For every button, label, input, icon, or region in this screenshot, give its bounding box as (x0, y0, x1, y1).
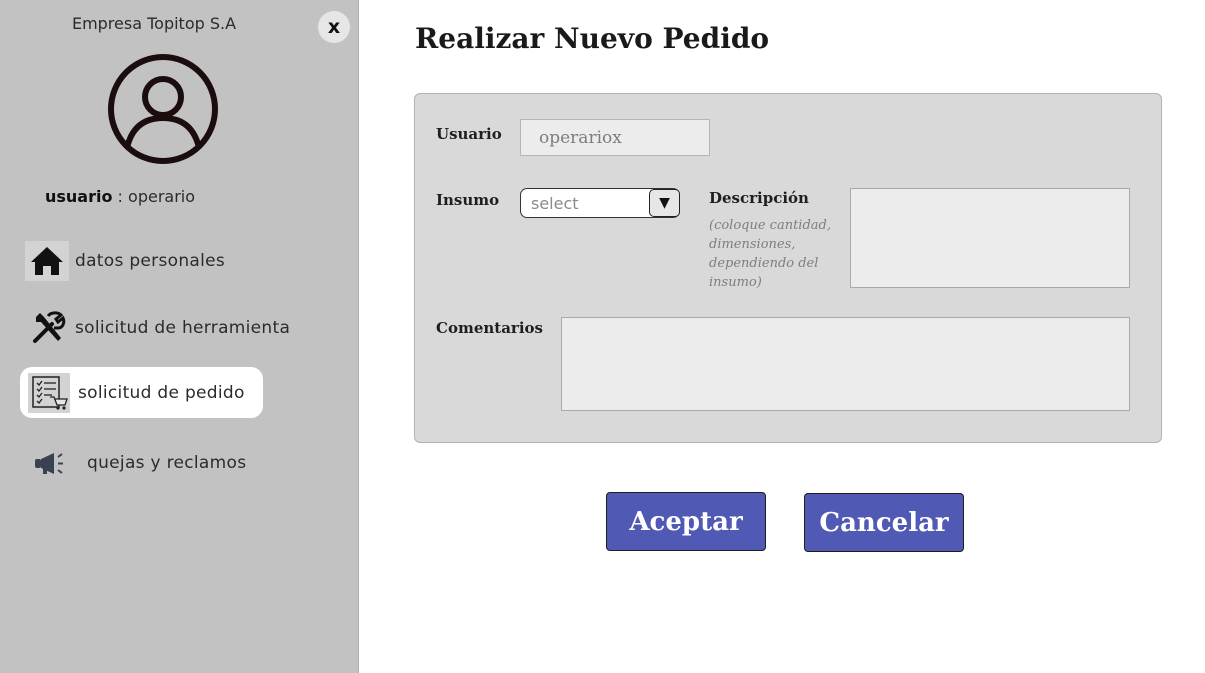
close-sidebar-button[interactable]: x (318, 11, 350, 43)
comentarios-textarea[interactable] (561, 317, 1130, 411)
order-form-panel: Usuario operariox Insumo select ▼ Descri… (414, 93, 1162, 443)
usuario-field[interactable]: operariox (520, 119, 710, 156)
insumo-label: Insumo (436, 191, 500, 209)
user-value: operario (128, 187, 196, 206)
sidebar: Empresa Topitop S.A x usuario : operario… (0, 0, 359, 673)
sidebar-item-label: quejas y reclamos (87, 453, 247, 473)
insumo-select[interactable]: select ▼ (520, 188, 680, 218)
close-icon: x (327, 16, 341, 38)
current-user: usuario : operario (45, 187, 195, 206)
dropdown-arrow-icon[interactable]: ▼ (649, 189, 680, 217)
descripcion-hint: (coloque cantidad, dimensiones, dependie… (709, 218, 831, 290)
usuario-label: Usuario (436, 125, 502, 143)
sidebar-item-label: datos personales (75, 251, 226, 271)
user-label: usuario (45, 187, 113, 206)
sidebar-item-solicitud-herramienta[interactable]: solicitud de herramienta (30, 310, 290, 346)
cancelar-button[interactable]: Cancelar (804, 493, 964, 552)
descripcion-textarea[interactable] (850, 188, 1130, 288)
descripcion-label: Descripción (709, 189, 809, 207)
insumo-selected-value: select (531, 193, 579, 213)
megaphone-icon (32, 448, 70, 478)
home-icon (25, 241, 69, 281)
order-list-cart-icon (28, 372, 70, 413)
page-title: Realizar Nuevo Pedido (415, 22, 770, 55)
user-avatar-icon (108, 54, 218, 164)
usuario-value: operariox (539, 127, 622, 148)
sidebar-item-quejas-reclamos[interactable]: quejas y reclamos (32, 448, 246, 478)
comentarios-label: Comentarios (436, 319, 543, 337)
sidebar-item-solicitud-pedido[interactable]: solicitud de pedido (20, 367, 263, 418)
user-separator: : (112, 187, 129, 206)
sidebar-item-datos-personales[interactable]: datos personales (25, 241, 225, 281)
aceptar-button[interactable]: Aceptar (606, 492, 766, 551)
company-name: Empresa Topitop S.A (71, 14, 237, 33)
sidebar-item-label: solicitud de pedido (78, 382, 245, 403)
tools-icon (30, 310, 66, 346)
sidebar-item-label: solicitud de herramienta (75, 318, 291, 338)
